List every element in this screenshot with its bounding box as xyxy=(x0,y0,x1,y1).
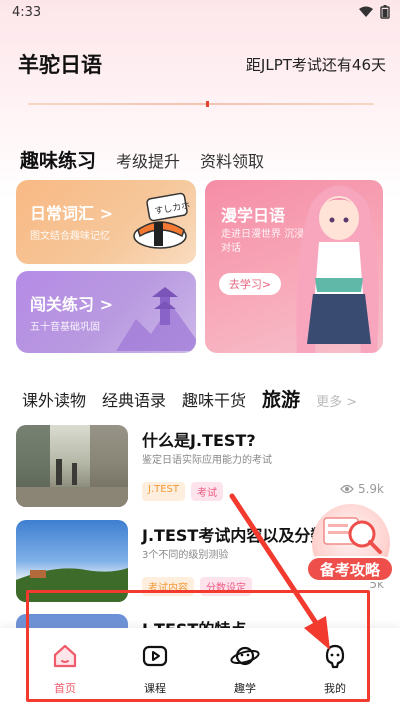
category-fun-tips[interactable]: 趣味干货 xyxy=(182,387,246,411)
promo-label: 备考攻略 xyxy=(306,556,394,582)
wifi-icon xyxy=(359,6,373,17)
view-count-value: 5.9k xyxy=(357,482,384,496)
home-icon xyxy=(53,644,77,668)
status-time: 4:33 xyxy=(12,4,42,20)
level-practice-subtitle: 五十音基础巩固 xyxy=(30,322,100,333)
tab-fun-practice[interactable]: 趣味练习 xyxy=(20,146,96,173)
nav-fun-learning[interactable]: 趣学 xyxy=(210,642,280,709)
article-categories: 课外读物 经典语录 趣味干货 旅游 更多 > xyxy=(22,385,357,412)
tab-level-up[interactable]: 考级提升 xyxy=(116,148,180,172)
article-tags: J.TEST 考试 xyxy=(142,482,224,501)
landscape-photo-illustration xyxy=(16,568,128,602)
profile-icon xyxy=(325,644,345,669)
play-icon xyxy=(142,645,168,667)
exam-guide-promo[interactable]: 备考攻略 xyxy=(306,504,394,588)
practice-tabs: 趣味练习 考级提升 资料领取 xyxy=(20,146,264,173)
category-extracurricular[interactable]: 课外读物 xyxy=(22,387,86,411)
nav-home-label: 首页 xyxy=(54,682,76,695)
tab-materials[interactable]: 资料领取 xyxy=(200,148,264,172)
nav-home[interactable]: 首页 xyxy=(30,642,100,709)
nav-fun-learning-label: 趣学 xyxy=(234,682,256,695)
article-tag: J.TEST xyxy=(142,482,186,501)
article-tags: 考试内容 分数设定 xyxy=(142,577,252,596)
daily-vocab-subtitle: 图文结合趣味记忆 xyxy=(30,231,110,242)
planet-icon xyxy=(230,646,260,666)
daily-vocab-card[interactable]: 日常词汇 > 图文结合趣味记忆 すしカホ xyxy=(16,180,196,264)
article-thumbnail xyxy=(16,425,128,507)
decorative-marker xyxy=(206,101,209,107)
battery-icon xyxy=(380,5,390,19)
article-tag: 考试 xyxy=(191,482,224,501)
bottom-navigation: 首页 课程 趣学 我的 xyxy=(0,628,400,709)
daily-vocab-title: 日常词汇 > xyxy=(30,204,113,223)
nav-profile-label: 我的 xyxy=(324,682,346,695)
nav-courses[interactable]: 课程 xyxy=(120,642,190,709)
status-icons xyxy=(358,5,390,19)
jlpt-countdown[interactable]: 距JLPT考试还有46天 xyxy=(246,54,386,75)
article-title: 什么是J.TEST? xyxy=(142,431,256,450)
status-bar: 4:33 xyxy=(0,0,400,24)
street-photo-illustration xyxy=(16,425,128,507)
article-subtitle: 3个不同的级别测验 xyxy=(142,550,229,561)
go-learn-button[interactable]: 去学习> xyxy=(219,273,281,295)
category-classic-quotes[interactable]: 经典语录 xyxy=(102,387,166,411)
temple-illustration xyxy=(116,287,196,351)
nav-profile[interactable]: 我的 xyxy=(300,642,370,709)
magnifier-icon xyxy=(323,517,382,554)
article-tag: 考试内容 xyxy=(142,577,194,596)
view-count: 5.9k xyxy=(340,482,384,496)
article-title: J.TEST考试内容以及分数 xyxy=(142,526,327,545)
article-thumbnail xyxy=(16,520,128,602)
article-subtitle: 鉴定日语实际应用能力的考试 xyxy=(142,455,272,466)
manga-learning-card[interactable]: 漫学日语 走进日漫世界 沉浸对话 去学习> xyxy=(205,180,383,353)
decorative-divider xyxy=(28,103,374,105)
level-practice-title: 闯关练习 > xyxy=(30,295,113,314)
nav-courses-label: 课程 xyxy=(144,682,166,695)
app-header: 羊驼日语 距JLPT考试还有46天 xyxy=(0,44,400,84)
app-title: 羊驼日语 xyxy=(18,53,102,77)
article-item[interactable]: 什么是J.TEST? 鉴定日语实际应用能力的考试 J.TEST 考试 5.9k xyxy=(16,425,384,515)
level-practice-card[interactable]: 闯关练习 > 五十音基础巩固 xyxy=(16,271,196,353)
manga-learning-title: 漫学日语 xyxy=(221,206,286,225)
anime-girl-illustration xyxy=(296,185,379,353)
category-travel[interactable]: 旅游 xyxy=(262,385,300,412)
article-tag: 分数设定 xyxy=(200,577,252,596)
category-more[interactable]: 更多 > xyxy=(316,391,357,410)
sushi-illustration: すしカホ xyxy=(133,192,191,249)
eye-icon xyxy=(340,484,354,494)
